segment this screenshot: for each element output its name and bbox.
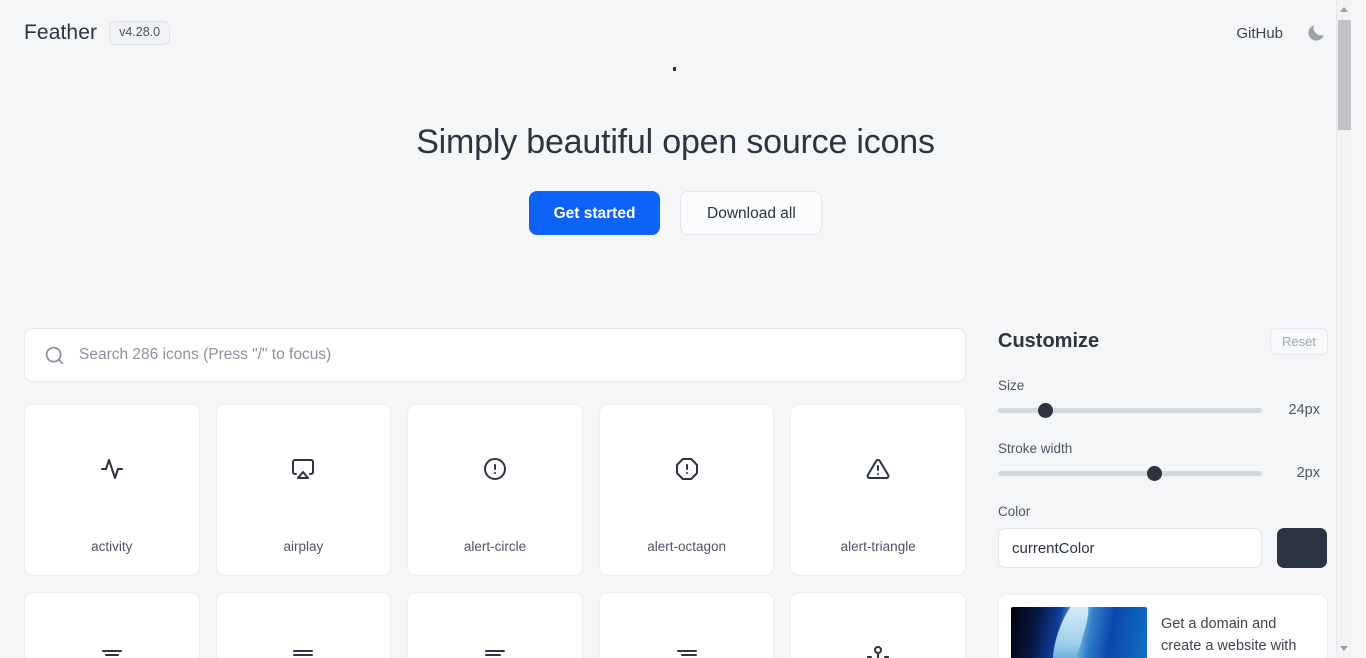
header-actions: GitHub	[1236, 22, 1327, 44]
github-link[interactable]: GitHub	[1236, 25, 1283, 42]
align-justify-icon	[291, 645, 315, 658]
alert-triangle-icon	[866, 457, 890, 481]
stroke-slider-row: 2px	[998, 465, 1328, 481]
customize-panel: Customize Reset Size 24px Stroke width 2…	[998, 328, 1328, 658]
color-label: Color	[998, 504, 1328, 519]
anchor-icon	[866, 645, 890, 658]
main-content: activity airplay alert-circle	[0, 328, 1351, 658]
scroll-up-arrow-icon[interactable]	[1340, 7, 1348, 12]
icon-card-align-left[interactable]: align-left	[407, 592, 583, 658]
icon-card-align-justify[interactable]: align-justify	[216, 592, 392, 658]
stroke-slider-track	[998, 471, 1262, 476]
version-badge: v4.28.0	[109, 21, 170, 45]
icon-card-anchor[interactable]: anchor	[790, 592, 966, 658]
icon-card-alert-octagon[interactable]: alert-octagon	[599, 404, 775, 576]
size-slider-thumb[interactable]	[1038, 403, 1053, 418]
scrollbar-thumb[interactable]	[1338, 20, 1351, 130]
alert-circle-icon	[483, 457, 507, 481]
download-all-button[interactable]: Download all	[680, 191, 822, 235]
align-left-icon	[483, 645, 507, 658]
customize-title: Customize	[998, 330, 1099, 353]
moon-icon[interactable]	[1305, 22, 1327, 44]
icon-card-label: airplay	[284, 540, 324, 554]
color-swatch-button[interactable]	[1277, 528, 1327, 568]
align-right-icon	[675, 645, 699, 658]
page-root: Feather v4.28.0 GitHub Simply beautiful …	[0, 0, 1351, 658]
color-input[interactable]	[998, 528, 1262, 568]
icon-browser: activity airplay alert-circle	[24, 328, 966, 658]
page-scrollbar[interactable]	[1336, 0, 1351, 658]
reset-button[interactable]: Reset	[1270, 328, 1328, 355]
get-started-button[interactable]: Get started	[529, 191, 661, 235]
customize-header: Customize Reset	[998, 328, 1328, 355]
icon-card-label: alert-octagon	[647, 540, 726, 554]
icon-card-alert-triangle[interactable]: alert-triangle	[790, 404, 966, 576]
icon-card-activity[interactable]: activity	[24, 404, 200, 576]
hero-dot-marker	[673, 67, 676, 71]
activity-icon	[100, 457, 124, 481]
advertisement-card[interactable]: Get a domain and create a website with	[998, 594, 1328, 658]
ad-line-2: create a website with	[1161, 635, 1296, 657]
size-slider[interactable]	[998, 402, 1262, 418]
search-input[interactable]	[77, 329, 947, 381]
size-slider-row: 24px	[998, 402, 1328, 418]
ad-line-1: Get a domain and	[1161, 613, 1296, 635]
icon-card-label: alert-triangle	[841, 540, 916, 554]
icon-card-airplay[interactable]: airplay	[216, 404, 392, 576]
brand: Feather v4.28.0	[24, 21, 170, 45]
icon-card-align-right[interactable]: align-right	[599, 592, 775, 658]
search-bar	[24, 328, 966, 382]
stroke-width-slider[interactable]	[998, 465, 1262, 481]
hero-section: Simply beautiful open source icons Get s…	[0, 62, 1351, 235]
scroll-down-arrow-icon[interactable]	[1340, 646, 1348, 651]
stroke-width-value: 2px	[1274, 465, 1320, 481]
icon-grid: activity airplay alert-circle	[24, 404, 966, 658]
icon-card-label: activity	[91, 540, 132, 554]
size-value: 24px	[1274, 402, 1320, 418]
size-label: Size	[998, 378, 1328, 393]
airplay-icon	[291, 457, 315, 481]
hero-actions: Get started Download all	[0, 191, 1351, 235]
alert-octagon-icon	[675, 457, 699, 481]
ad-thumbnail	[1011, 607, 1147, 658]
stroke-slider-thumb[interactable]	[1147, 466, 1162, 481]
stroke-width-label: Stroke width	[998, 441, 1328, 456]
color-row	[998, 528, 1328, 568]
page-title: Simply beautiful open source icons	[0, 62, 1351, 161]
site-header: Feather v4.28.0 GitHub	[0, 0, 1351, 66]
icon-card-alert-circle[interactable]: alert-circle	[407, 404, 583, 576]
brand-name: Feather	[24, 21, 97, 45]
icon-card-align-center[interactable]: align-center	[24, 592, 200, 658]
icon-card-label: alert-circle	[464, 540, 526, 554]
align-center-icon	[100, 645, 124, 658]
ad-text: Get a domain and create a website with	[1161, 607, 1296, 658]
